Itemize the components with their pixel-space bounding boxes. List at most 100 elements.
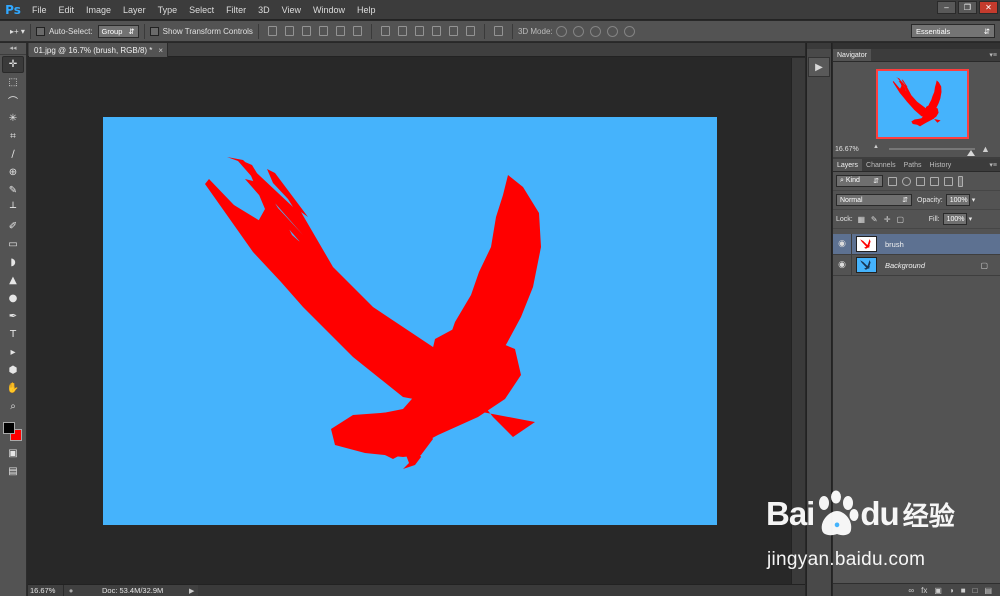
panel-menu-icon[interactable]: ▾≡ [989, 161, 997, 169]
layer-name-brush[interactable]: brush [885, 240, 904, 249]
menu-image[interactable]: Image [80, 0, 117, 20]
show-transform-checkbox[interactable] [149, 26, 159, 36]
navigator-thumbnail[interactable] [876, 69, 969, 139]
lasso-tool-icon[interactable]: ⌒ [2, 92, 24, 109]
menu-file[interactable]: File [26, 0, 53, 20]
foreground-color-swatch[interactable] [3, 422, 15, 434]
quick-mask-icon[interactable]: ▣ [2, 445, 24, 462]
add-mask-icon[interactable]: ▣ [934, 586, 942, 595]
3d-rotate-icon[interactable] [555, 25, 567, 37]
canvas-area[interactable] [28, 58, 791, 584]
document-canvas[interactable] [103, 117, 717, 525]
marquee-tool-icon[interactable]: ⬚ [2, 74, 24, 91]
horizontal-scrollbar[interactable] [198, 585, 805, 596]
3d-roll-icon[interactable] [572, 25, 584, 37]
history-brush-tool-icon[interactable]: ✐ [2, 218, 24, 235]
3d-scale-icon[interactable] [623, 25, 635, 37]
filter-toggle-icon[interactable] [958, 175, 963, 187]
menu-view[interactable]: View [276, 0, 307, 20]
opacity-field[interactable]: 100% [945, 194, 970, 206]
workspace-dropdown[interactable]: Essentials ⇵ [911, 24, 995, 38]
lock-all-icon[interactable]: ▢ [896, 215, 905, 224]
menu-edit[interactable]: Edit [53, 0, 81, 20]
distribute-hcenter-icon[interactable] [448, 26, 458, 36]
tab-channels[interactable]: Channels [862, 159, 900, 171]
healing-brush-tool-icon[interactable]: ⊕ [2, 164, 24, 181]
new-group-icon[interactable]: ■ [961, 586, 966, 595]
actions-play-icon[interactable]: ▶ [808, 57, 830, 77]
type-tool-icon[interactable]: T [2, 326, 24, 343]
status-zoom[interactable]: 16.67% [28, 584, 64, 596]
tab-navigator[interactable]: Navigator [833, 49, 871, 61]
new-layer-icon[interactable]: □ [973, 586, 978, 595]
3d-pan-icon[interactable] [589, 25, 601, 37]
align-left-icon[interactable] [318, 26, 328, 36]
lock-transparent-icon[interactable]: ▦ [857, 215, 866, 224]
close-button[interactable]: ✕ [979, 1, 998, 14]
pixel-filter-icon[interactable] [888, 176, 897, 186]
document-tab[interactable]: 01.jpg @ 16.7% (brush, RGB/8) * × [29, 43, 169, 57]
zoom-slider-knob[interactable] [966, 150, 975, 156]
tab-layers[interactable]: Layers [833, 159, 863, 171]
blend-mode-dropdown[interactable]: Normal ⇵ [836, 194, 912, 206]
shape-filter-icon[interactable] [930, 176, 939, 186]
clone-stamp-tool-icon[interactable]: ┴ [2, 200, 24, 217]
fill-field[interactable]: 100% [942, 213, 967, 225]
zoom-out-icon[interactable]: ▲ [873, 144, 879, 150]
layer-row-brush[interactable]: ◉ brush [833, 233, 1000, 255]
navigator-zoom-slider[interactable] [889, 148, 975, 156]
menu-select[interactable]: Select [183, 0, 220, 20]
tab-paths[interactable]: Paths [900, 159, 926, 171]
tool-preset-picker[interactable]: ▸+ ▾ [10, 27, 25, 36]
menu-3d[interactable]: 3D [252, 0, 276, 20]
layer-style-icon[interactable]: fx [921, 586, 927, 595]
link-layers-icon[interactable]: ∞ [908, 586, 914, 595]
shape-tool-icon[interactable]: ⬢ [2, 362, 24, 379]
menu-layer[interactable]: Layer [117, 0, 152, 20]
menu-help[interactable]: Help [351, 0, 382, 20]
lock-position-icon[interactable]: ✛ [883, 215, 892, 224]
adjustment-layer-icon[interactable]: ◑ [949, 586, 954, 595]
minimize-button[interactable]: – [937, 1, 956, 14]
crop-tool-icon[interactable]: ⌗ [2, 128, 24, 145]
pen-tool-icon[interactable]: ✒ [2, 308, 24, 325]
lock-image-icon[interactable]: ✎ [870, 215, 879, 224]
blur-tool-icon[interactable]: ▲ [2, 272, 24, 289]
distribute-vcenter-icon[interactable] [397, 26, 407, 36]
status-share-icon[interactable]: ● [64, 586, 78, 595]
paint-bucket-tool-icon[interactable]: ◗ [2, 254, 24, 271]
path-select-tool-icon[interactable]: ▸ [2, 344, 24, 361]
restore-button[interactable]: ❐ [958, 1, 977, 14]
kind-filter-dropdown[interactable]: ⌕ Kind ⇵ [836, 175, 883, 187]
adjustment-filter-icon[interactable] [902, 176, 911, 186]
eyedropper-tool-icon[interactable]: ∕ [2, 146, 24, 163]
zoom-tool-icon[interactable]: ⌕ [2, 398, 24, 415]
3d-slide-icon[interactable] [606, 25, 618, 37]
menu-window[interactable]: Window [307, 0, 351, 20]
auto-select-dropdown[interactable]: Group ⇵ [97, 24, 139, 38]
visibility-eye-icon[interactable]: ◉ [833, 233, 852, 255]
layer-name-background[interactable]: Background [885, 261, 925, 270]
smart-object-filter-icon[interactable] [944, 176, 953, 186]
align-top-icon[interactable] [267, 26, 277, 36]
auto-align-icon[interactable] [493, 26, 503, 36]
panel-menu-icon[interactable]: ▾≡ [989, 51, 997, 59]
auto-select-checkbox[interactable] [35, 26, 45, 36]
hand-tool-icon[interactable]: ✋ [2, 380, 24, 397]
dodge-tool-icon[interactable]: ● [2, 290, 24, 307]
distribute-bottom-icon[interactable] [414, 26, 424, 36]
vertical-scrollbar[interactable] [791, 58, 805, 584]
screen-mode-icon[interactable]: ▤ [2, 463, 24, 480]
align-bottom-icon[interactable] [301, 26, 311, 36]
distribute-left-icon[interactable] [431, 26, 441, 36]
menu-type[interactable]: Type [152, 0, 184, 20]
distribute-top-icon[interactable] [380, 26, 390, 36]
align-hcenter-icon[interactable] [335, 26, 345, 36]
align-right-icon[interactable] [352, 26, 362, 36]
tools-collapse-grip[interactable]: ◂◂ [0, 43, 26, 55]
align-vcenter-icon[interactable] [284, 26, 294, 36]
menu-filter[interactable]: Filter [220, 0, 252, 20]
chevron-down-icon[interactable]: ▾ [972, 196, 976, 204]
delete-layer-icon[interactable]: ▤ [984, 586, 992, 595]
brush-tool-icon[interactable]: ✎ [2, 182, 24, 199]
